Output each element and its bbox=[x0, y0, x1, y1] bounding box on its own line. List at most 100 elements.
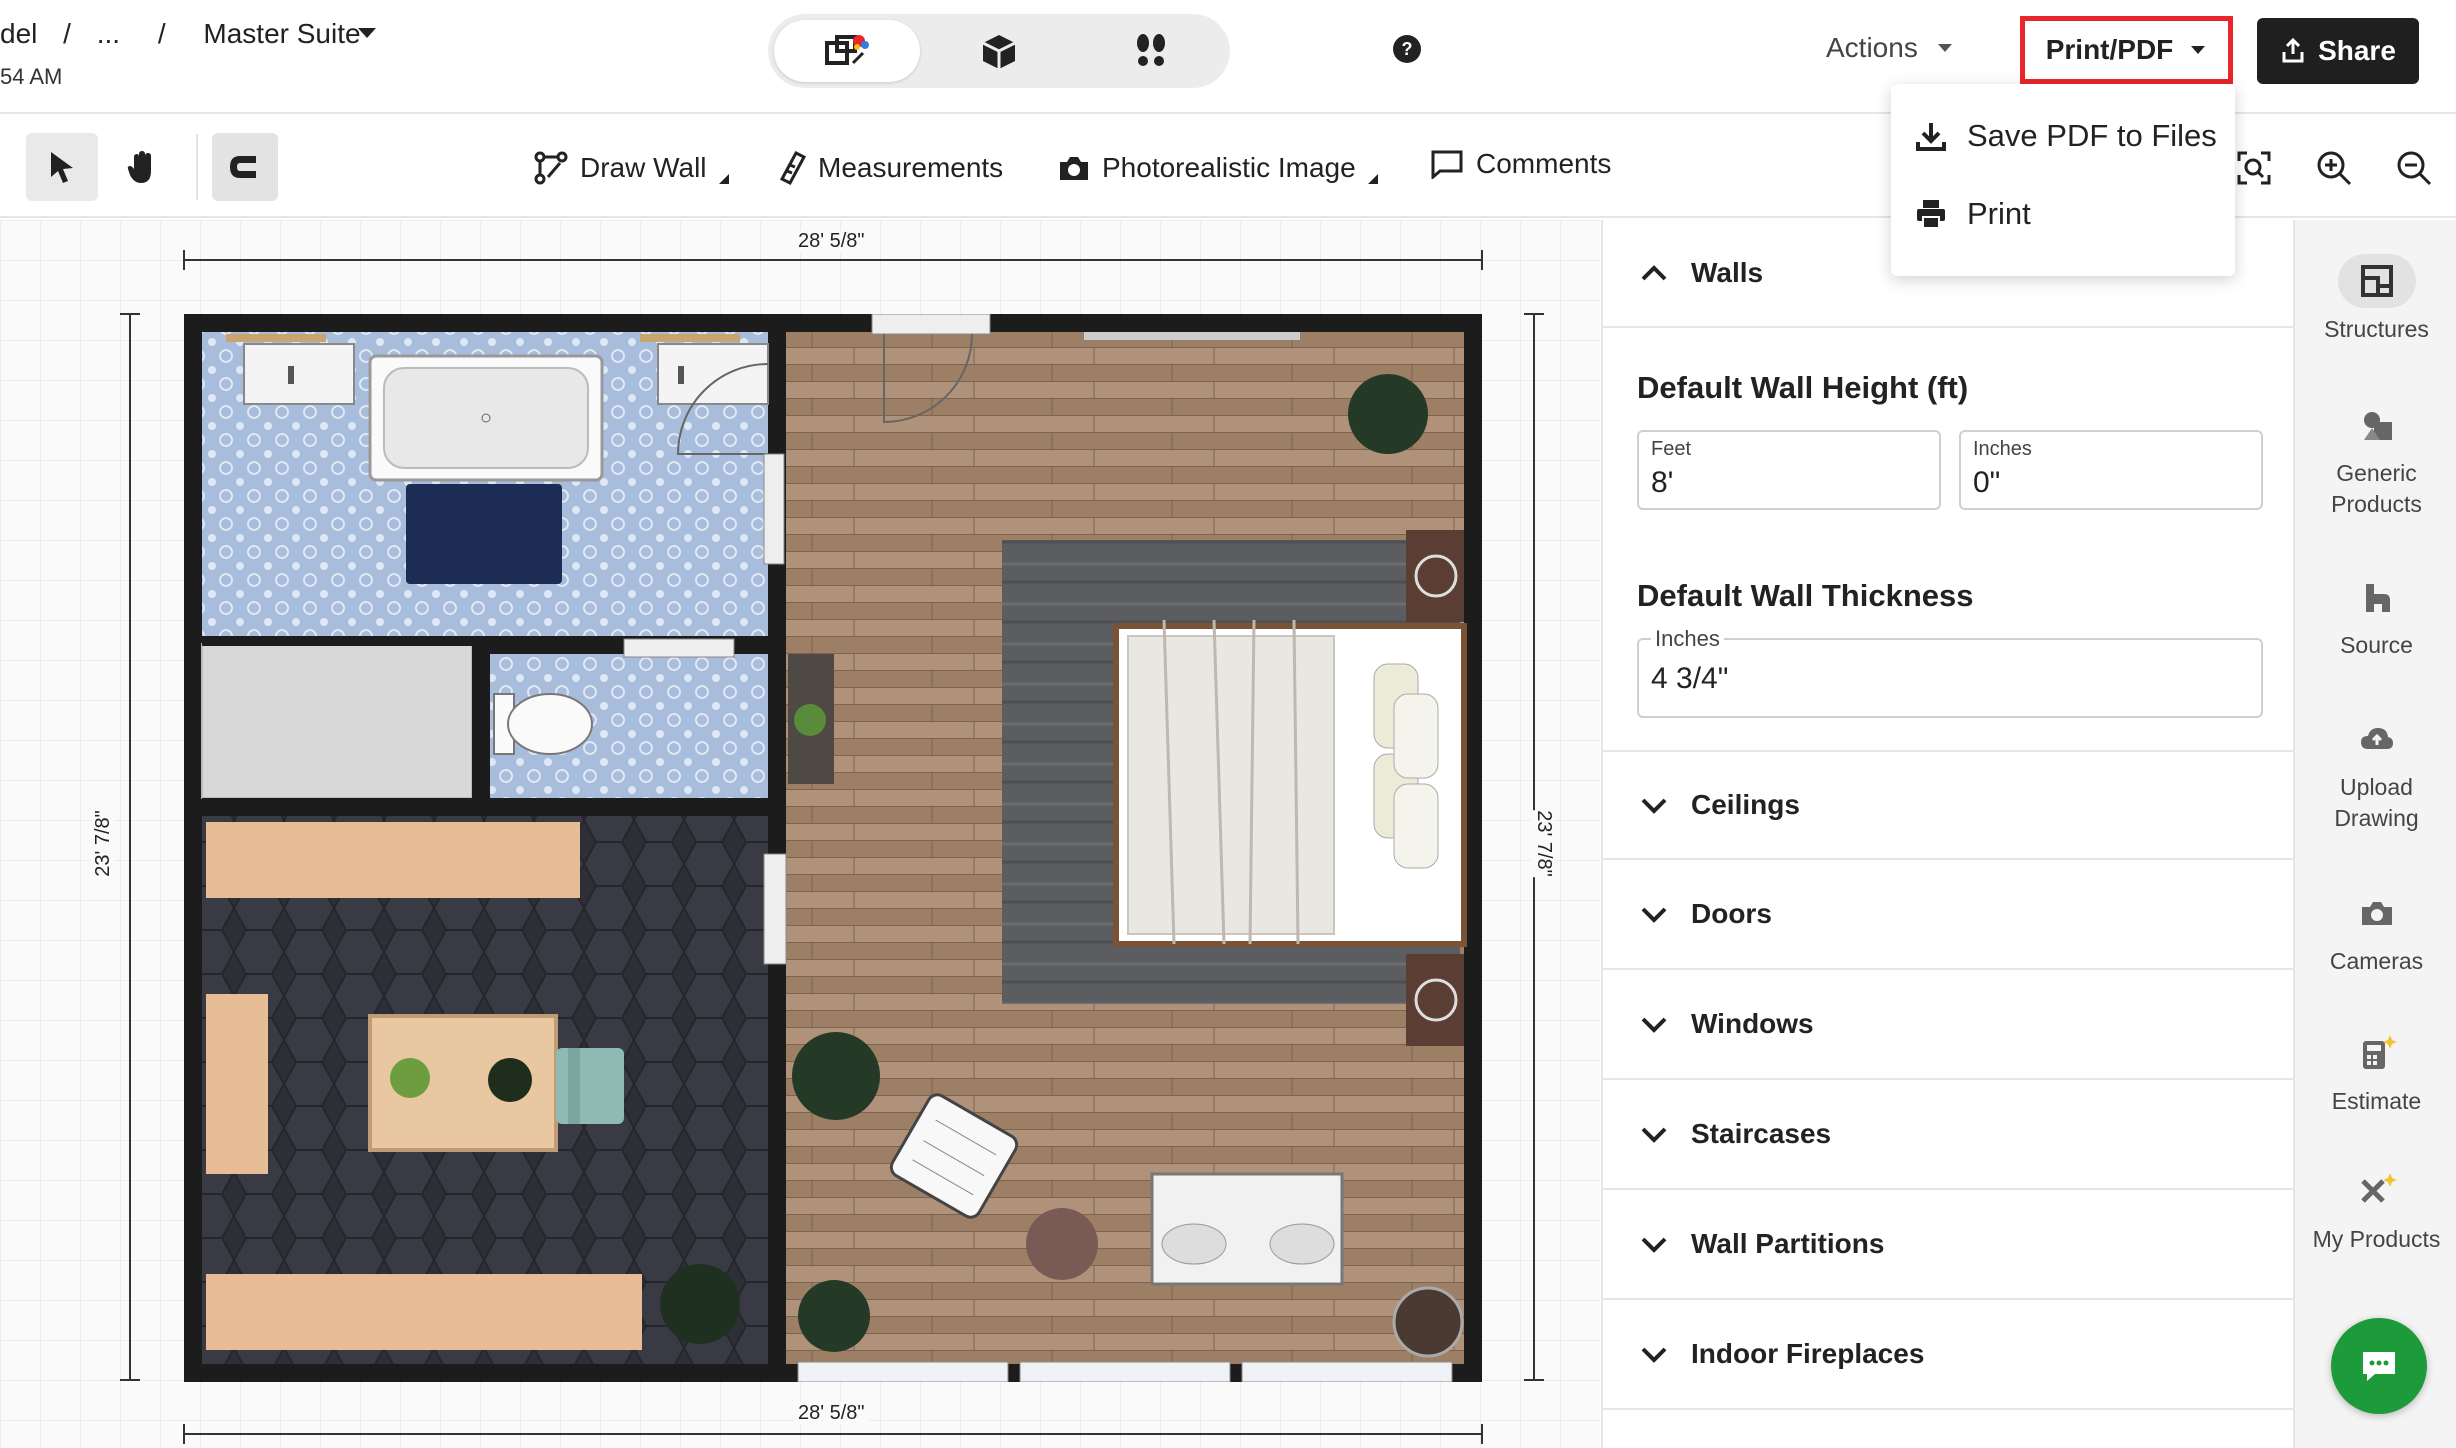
draw-wall-label: Draw Wall bbox=[580, 152, 707, 183]
wall-height-title: Default Wall Height (ft) bbox=[1637, 370, 1969, 405]
chevron-down-icon bbox=[1641, 907, 1667, 923]
section-label: Indoor Fireplaces bbox=[1691, 1338, 1925, 1369]
section-windows[interactable]: Windows bbox=[1603, 970, 2295, 1080]
calculator-icon bbox=[2338, 1026, 2416, 1080]
share-icon bbox=[2282, 38, 2304, 63]
draw-wall-tool[interactable]: Draw Wall bbox=[534, 146, 729, 190]
view-mode-switch bbox=[768, 14, 1230, 88]
print-pdf-dropdown: Save PDF to Files Print bbox=[1891, 84, 2235, 276]
section-walls-label: Walls bbox=[1691, 257, 1764, 288]
breadcrumb-separator: / bbox=[63, 18, 71, 49]
snap-toggle-button[interactable] bbox=[212, 133, 278, 201]
actions-menu[interactable]: Actions bbox=[1826, 32, 1954, 64]
print-label: Print bbox=[1967, 196, 2031, 231]
thickness-caption: Inches bbox=[1651, 626, 1724, 652]
rail-structures[interactable]: Structures bbox=[2295, 254, 2456, 345]
save-pdf-label: Save PDF to Files bbox=[1967, 118, 2217, 153]
rail-label: Generic Products bbox=[2331, 460, 2422, 517]
properties-panel: Walls Default Wall Height (ft) Feet 8' I… bbox=[1601, 220, 2295, 1448]
magnet-icon bbox=[230, 156, 256, 178]
chevron-up-icon bbox=[1641, 265, 1667, 281]
rail-source[interactable]: Source bbox=[2295, 570, 2456, 661]
rail-label: My Products bbox=[2312, 1226, 2441, 1252]
floor-plan-drawing[interactable] bbox=[184, 314, 1482, 1382]
select-tool-button[interactable] bbox=[26, 133, 98, 201]
inches-caption: Inches bbox=[1973, 438, 2032, 460]
zoom-fit-icon[interactable] bbox=[2236, 150, 2272, 186]
chevron-down-icon bbox=[1641, 1127, 1667, 1143]
walkthrough-button[interactable] bbox=[1078, 20, 1224, 82]
rail-label: Structures bbox=[2324, 316, 2429, 342]
download-icon bbox=[1916, 123, 1946, 151]
generic-products-icon bbox=[2338, 398, 2416, 452]
chevron-down-icon bbox=[2191, 46, 2206, 54]
floor-plan-canvas[interactable]: 28' 5/8" 28' 5/8" 23' 7/8" 23' 7/8" bbox=[0, 220, 1600, 1448]
walkthrough-icon bbox=[1131, 31, 1171, 71]
rail-label: Upload Drawing bbox=[2334, 774, 2419, 831]
corner-caret-icon bbox=[718, 174, 729, 184]
help-icon[interactable]: ? bbox=[1392, 34, 1422, 64]
print-menu-item[interactable]: Print bbox=[1915, 196, 2031, 232]
share-label: Share bbox=[2318, 35, 2396, 66]
print-pdf-button[interactable]: Print/PDF bbox=[2020, 16, 2233, 84]
3d-box-icon bbox=[979, 31, 1019, 71]
hand-icon bbox=[127, 151, 151, 183]
rail-estimate[interactable]: Estimate bbox=[2295, 1026, 2456, 1117]
pan-tool-button[interactable] bbox=[106, 133, 178, 201]
my-products-icon bbox=[2338, 1164, 2416, 1218]
project-title[interactable]: Master Suite bbox=[203, 18, 360, 49]
chevron-down-icon bbox=[1641, 1237, 1667, 1253]
wall-height-feet-field[interactable]: Feet 8' bbox=[1637, 430, 1941, 510]
camera-icon bbox=[1060, 157, 1088, 180]
breadcrumb-ellipsis[interactable]: ... bbox=[97, 18, 120, 49]
wall-thickness-title: Default Wall Thickness bbox=[1637, 578, 1974, 613]
rail-upload-drawing[interactable]: Upload Drawing bbox=[2295, 712, 2456, 834]
camera-icon bbox=[2338, 886, 2416, 940]
rail-cameras[interactable]: Cameras bbox=[2295, 886, 2456, 977]
draw-wall-icon bbox=[534, 151, 568, 185]
view-3d-button[interactable] bbox=[926, 20, 1072, 82]
breadcrumb-separator: / bbox=[157, 18, 166, 49]
photorealistic-image-tool[interactable]: Photorealistic Image bbox=[1058, 146, 1378, 190]
dimension-top-label: 28' 5/8" bbox=[794, 230, 869, 253]
chevron-down-icon bbox=[1641, 1347, 1667, 1363]
section-wall-partitions[interactable]: Wall Partitions bbox=[1603, 1190, 2295, 1300]
zoom-in-icon[interactable] bbox=[2316, 150, 2352, 186]
section-doors[interactable]: Doors bbox=[1603, 860, 2295, 970]
breadcrumb-prefix[interactable]: del bbox=[0, 18, 37, 49]
wall-height-inches-field[interactable]: Inches 0" bbox=[1959, 430, 2263, 510]
thickness-value: 4 3/4" bbox=[1651, 662, 1729, 695]
corner-caret-icon bbox=[1367, 174, 1378, 184]
share-button[interactable]: Share bbox=[2257, 18, 2419, 84]
dimension-bottom-label: 28' 5/8" bbox=[794, 1402, 869, 1425]
toolbar-divider bbox=[196, 134, 198, 200]
section-label: Windows bbox=[1691, 1008, 1814, 1039]
section-indoor-fireplaces[interactable]: Indoor Fireplaces bbox=[1603, 1300, 2295, 1410]
2d-plan-icon bbox=[823, 31, 871, 71]
measurements-tool[interactable]: Measurements bbox=[778, 146, 1003, 190]
comments-tool[interactable]: Comments bbox=[1430, 142, 1611, 186]
chevron-down-icon bbox=[1937, 44, 1952, 52]
upload-icon bbox=[2338, 712, 2416, 766]
feet-value: 8' bbox=[1651, 466, 1674, 499]
chevron-down-icon bbox=[1641, 1017, 1667, 1033]
rail-generic-products[interactable]: Generic Products bbox=[2295, 398, 2456, 520]
zoom-out-icon[interactable] bbox=[2396, 150, 2432, 186]
save-time: 54 AM bbox=[0, 64, 63, 89]
feet-caption: Feet bbox=[1651, 438, 1692, 460]
project-dropdown-icon[interactable] bbox=[356, 26, 378, 40]
section-ceilings[interactable]: Ceilings bbox=[1603, 750, 2295, 860]
actions-label: Actions bbox=[1826, 32, 1918, 63]
rail-my-products[interactable]: My Products bbox=[2295, 1164, 2456, 1255]
plan-2d-button[interactable] bbox=[774, 20, 920, 82]
comments-label: Comments bbox=[1476, 148, 1612, 179]
dimension-left-label: 23' 7/8" bbox=[91, 810, 115, 877]
right-rail: Structures Generic Products Source Uploa… bbox=[2293, 220, 2456, 1448]
section-staircases[interactable]: Staircases bbox=[1603, 1080, 2295, 1190]
chat-button[interactable] bbox=[2331, 1318, 2427, 1414]
measurements-label: Measurements bbox=[818, 152, 1004, 183]
save-pdf-menu-item[interactable]: Save PDF to Files bbox=[1915, 118, 2217, 154]
chevron-down-icon bbox=[1641, 798, 1667, 814]
chat-bubble-icon bbox=[2363, 1352, 2395, 1381]
wall-thickness-field[interactable]: Inches 4 3/4" bbox=[1637, 626, 2263, 718]
